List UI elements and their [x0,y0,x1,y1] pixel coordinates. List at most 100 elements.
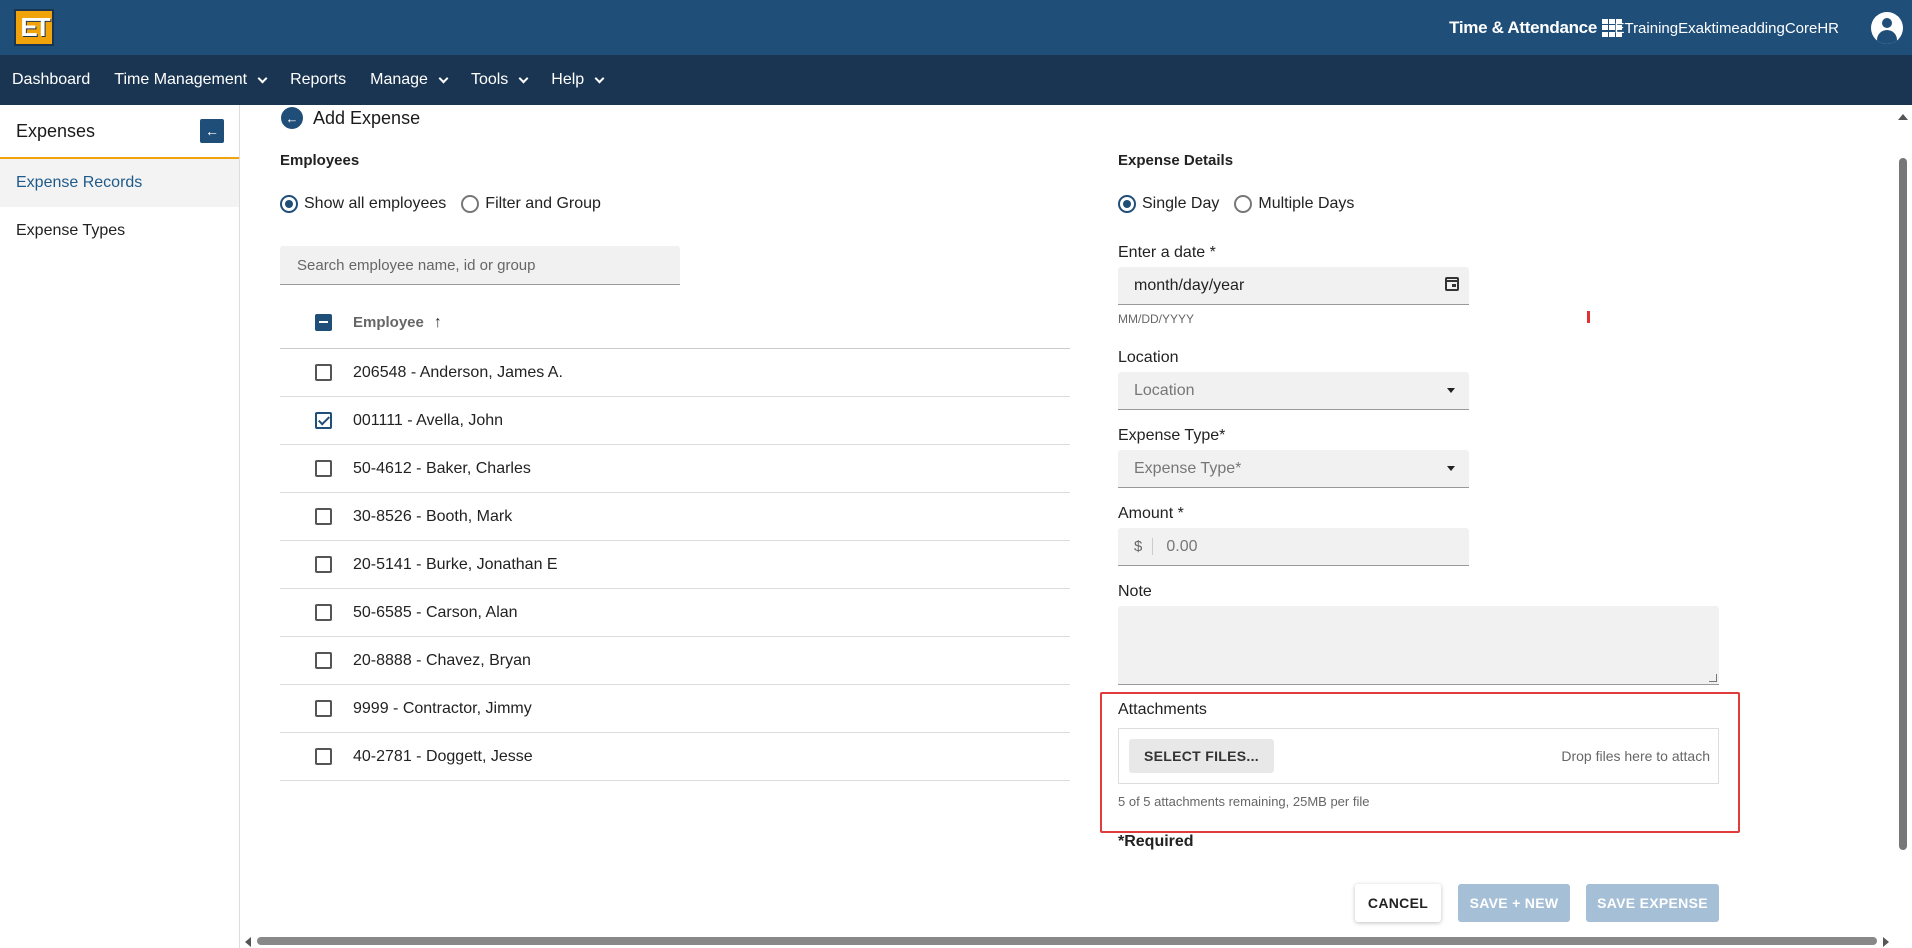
employee-column-header[interactable]: Employee [353,314,424,331]
table-row[interactable]: 50-4612 - Baker, Charles [280,445,1070,493]
radio-multiple-days-label: Multiple Days [1258,195,1355,212]
row-checkbox[interactable] [315,412,332,429]
nav-tools[interactable]: Tools [470,71,529,89]
row-checkbox[interactable] [315,604,332,621]
amount-placeholder: 0.00 [1166,537,1198,555]
sort-ascending-icon[interactable]: ↑ [434,314,442,332]
resize-handle-icon[interactable] [1709,674,1717,682]
collapse-sidebar-icon[interactable]: ← [200,119,224,143]
table-row[interactable]: 40-2781 - Doggett, Jesse [280,733,1070,781]
table-row[interactable]: 20-5141 - Burke, Jonathan E [280,541,1070,589]
location-label: Location [1118,349,1179,366]
table-row[interactable]: 20-8888 - Chavez, Bryan [280,637,1070,685]
attachments-highlight-frame [1100,692,1740,833]
expense-type-placeholder: Expense Type* [1134,459,1242,477]
nav-help-label: Help [551,71,585,88]
calendar-icon[interactable] [1445,277,1459,291]
nav-tools-label: Tools [470,71,509,88]
page-header: ← Add Expense [281,107,420,129]
row-checkbox[interactable] [315,364,332,381]
save-new-button[interactable]: SAVE + NEW [1458,884,1570,922]
expense-details-section-label: Expense Details [1118,152,1234,169]
radio-selected-icon [280,195,298,213]
row-checkbox[interactable] [315,556,332,573]
nav-dashboard[interactable]: Dashboard [12,71,90,89]
sidebar: Expenses ← Expense Records Expense Types [0,105,240,948]
row-checkbox[interactable] [315,460,332,477]
row-checkbox[interactable] [315,748,332,765]
employee-table-header: Employee ↑ [280,297,1070,349]
employee-name: 20-5141 - Burke, Jonathan E [353,555,558,573]
employee-name: 30-8526 - Booth, Mark [353,507,513,525]
table-row[interactable]: 50-6585 - Carson, Alan [280,589,1070,637]
chevron-down-icon [438,73,449,83]
app-logo[interactable]: ET [14,9,54,46]
row-checkbox[interactable] [315,508,332,525]
employee-name: 20-8888 - Chavez, Bryan [353,651,531,669]
radio-filter-label: Filter and Group [485,195,601,212]
radio-single-day[interactable]: Single Day [1118,195,1219,213]
currency-prefix: $ [1134,538,1154,555]
scroll-right-icon[interactable] [1883,937,1889,947]
table-row[interactable]: 001111 - Avella, John [280,397,1070,445]
radio-multiple-days[interactable]: Multiple Days [1234,195,1354,213]
nav-time-management[interactable]: Time Management [114,71,268,89]
employee-name: 50-6585 - Carson, Alan [353,603,518,621]
amount-label: Amount * [1118,505,1184,522]
save-expense-button[interactable]: SAVE EXPENSE [1586,884,1719,922]
nav-manage-label: Manage [370,71,428,88]
scroll-up-icon[interactable] [1898,114,1908,120]
expense-type-select[interactable]: Expense Type* [1118,450,1469,488]
required-note: *Required [1118,833,1194,850]
radio-filter-and-group[interactable]: Filter and Group [461,195,601,213]
scroll-left-icon[interactable] [245,937,251,947]
horizontal-scrollbar[interactable] [241,933,1893,948]
row-checkbox[interactable] [315,652,332,669]
location-placeholder: Location [1134,381,1195,399]
top-bar: ET Time & Attendance ETrainingExaktimead… [0,0,1912,55]
location-select[interactable]: Location [1118,372,1469,410]
radio-selected-icon [1118,195,1136,213]
employee-name: 206548 - Anderson, James A. [353,363,563,381]
date-input-value: month/day/year [1134,276,1245,294]
employee-name: 001111 - Avella, John [353,411,504,429]
cancel-button[interactable]: CANCEL [1355,884,1441,922]
amount-input[interactable]: $ 0.00 [1118,528,1469,566]
nav-dashboard-label: Dashboard [12,71,91,88]
radio-unselected-icon [1234,195,1253,213]
sidebar-item-expense-types[interactable]: Expense Types [0,207,239,255]
nav-manage[interactable]: Manage [370,71,449,89]
main-nav: Dashboard Time Management Reports Manage… [0,55,1912,105]
employee-name: 50-4612 - Baker, Charles [353,459,531,477]
nav-reports[interactable]: Reports [290,71,346,89]
date-format-hint: MM/DD/YYYY [1118,312,1195,326]
radio-show-all-employees[interactable]: Show all employees [280,195,446,213]
nav-help[interactable]: Help [551,71,605,89]
select-all-checkbox[interactable] [315,314,332,331]
user-name: ETrainingExaktimeaddingCoreHR [1614,20,1839,37]
vertical-scrollbar[interactable] [1893,105,1912,948]
radio-unselected-icon [461,195,480,213]
table-row[interactable]: 206548 - Anderson, James A. [280,349,1070,397]
chevron-down-icon [518,73,529,83]
sidebar-item-expense-records[interactable]: Expense Records [0,159,239,207]
chevron-down-icon [257,73,268,83]
date-input[interactable]: month/day/year [1118,267,1469,305]
employees-section-label: Employees [280,152,360,169]
back-arrow-icon[interactable]: ← [281,107,303,129]
employee-search-input[interactable]: Search employee name, id or group [280,246,680,285]
table-row[interactable]: 9999 - Contractor, Jimmy [280,685,1070,733]
note-textarea[interactable] [1118,606,1719,685]
red-marker [1587,311,1590,323]
employee-table: Employee ↑ 206548 - Anderson, James A. 0… [280,297,1070,781]
vertical-scroll-thumb[interactable] [1899,158,1907,850]
employee-name: 9999 - Contractor, Jimmy [353,699,532,717]
day-mode-radio-group: Single Day Multiple Days [1118,195,1369,213]
row-checkbox[interactable] [315,700,332,717]
page-title: Add Expense [313,107,421,128]
sidebar-title: Expenses [16,120,96,141]
user-avatar-icon[interactable] [1871,12,1903,44]
table-row[interactable]: 30-8526 - Booth, Mark [280,493,1070,541]
expense-type-label: Expense Type* [1118,427,1226,444]
horizontal-scroll-thumb[interactable] [257,937,1877,945]
